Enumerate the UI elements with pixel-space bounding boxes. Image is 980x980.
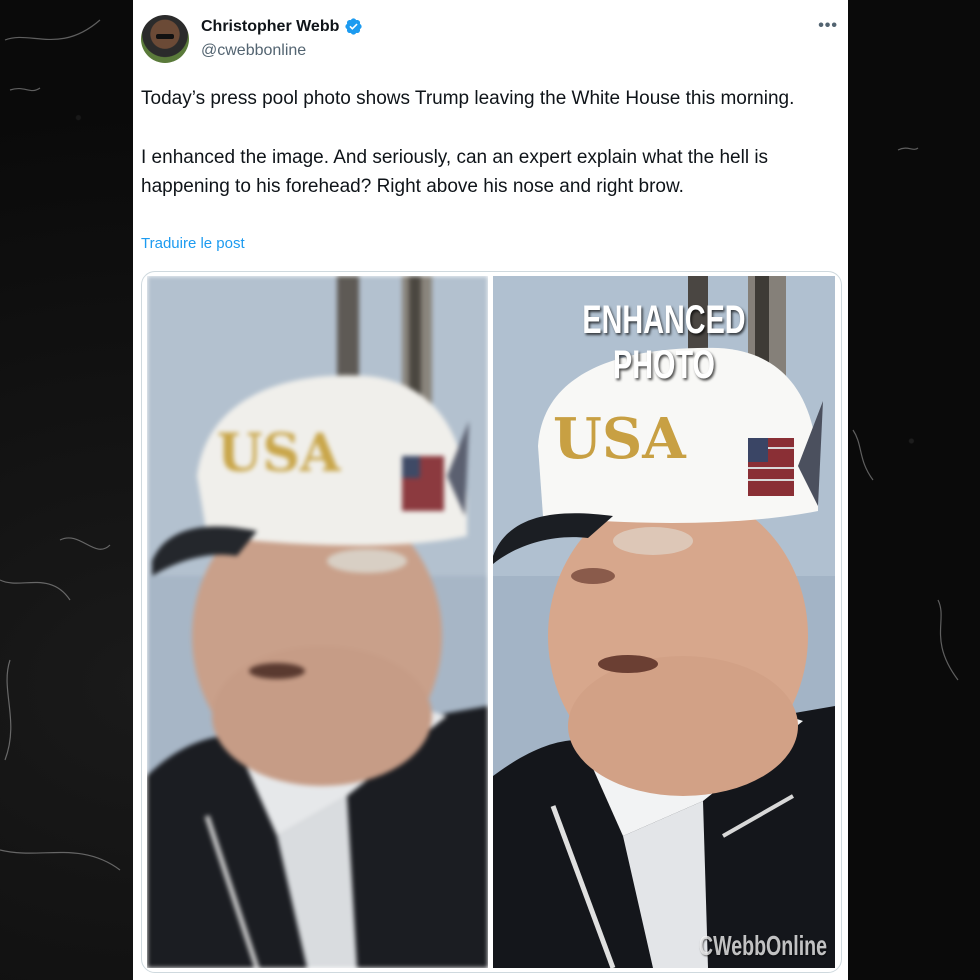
cap-usa-text-right: USA [553,406,687,472]
enhanced-photo-label: ENHANCED PHOTO [582,298,746,387]
background-scratches [0,19,121,871]
author-handle[interactable]: @cwebbonline [201,42,306,60]
post-card[interactable]: Christopher Webb @cwebbonline ••• Today’… [133,0,848,980]
post-header: Christopher Webb @cwebbonline ••• [133,0,848,80]
translate-post-link[interactable]: Traduire le post [141,235,245,252]
author-name[interactable]: Christopher Webb [201,18,339,36]
post-media[interactable]: USA USA ENHANCED PHOTO CWebbOnline [141,271,842,973]
watermark: CWebbOnline [698,930,827,961]
verified-badge-icon [344,17,363,36]
original-photo[interactable]: USA [147,276,488,968]
post-paragraph: Today’s press pool photo shows Trump lea… [141,88,795,109]
enhanced-photo[interactable]: USA ENHANCED PHOTO CWebbOnline [493,276,835,968]
author-name-row: Christopher Webb [201,17,363,36]
background-scratches-right [852,147,959,681]
cap-usa-text-left: USA [217,423,341,484]
more-options-icon[interactable]: ••• [818,17,838,35]
post-paragraph: I enhanced the image. And seriously, can… [141,146,769,198]
post-text: Today’s press pool photo shows Trump lea… [141,84,841,202]
avatar[interactable] [141,15,189,63]
